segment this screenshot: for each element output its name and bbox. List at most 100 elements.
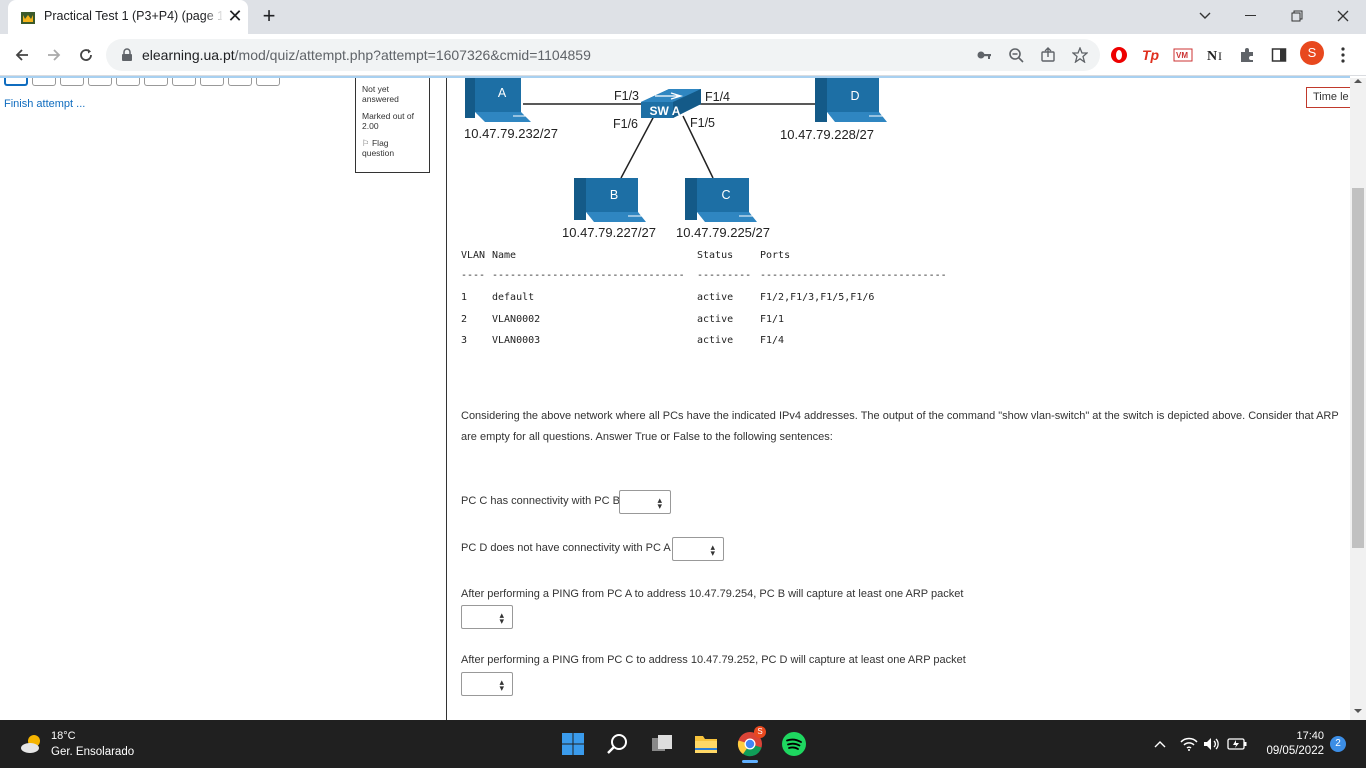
address-bar[interactable]: elearning.ua.pt/mod/quiz/attempt.php?att… xyxy=(106,39,1100,71)
quiz-nav-button[interactable] xyxy=(256,78,280,86)
browser-tab[interactable]: Practical Test 1 (P3+P4) (page 1 c ✕ xyxy=(8,0,248,34)
notion-extension-icon[interactable]: NI xyxy=(1202,42,1228,68)
weather-partly-sunny-icon[interactable] xyxy=(20,732,44,756)
answer-select-2[interactable]: ▴ ▾ xyxy=(672,537,724,561)
forward-icon[interactable] xyxy=(40,41,68,69)
vlan-name-cell: default xyxy=(492,292,535,303)
moodle-favicon-icon xyxy=(21,12,35,24)
windows-start-icon[interactable] xyxy=(557,728,589,760)
vlan-ports-cell: F1/1 xyxy=(760,314,785,325)
quiz-nav-button[interactable] xyxy=(60,78,84,86)
profile-avatar[interactable]: S xyxy=(1300,41,1324,65)
share-icon[interactable] xyxy=(1038,45,1058,65)
content-divider xyxy=(446,78,447,720)
question-3-text: After performing a PING from PC A to add… xyxy=(461,588,964,600)
tp-extension-icon[interactable]: Tp xyxy=(1138,42,1164,68)
separator: --------- xyxy=(697,270,752,281)
tray-overflow-chevron-icon[interactable] xyxy=(1152,734,1168,754)
question-marks: Marked out of 2.00 xyxy=(362,111,414,131)
quiz-nav-button[interactable] xyxy=(228,78,252,86)
vlan-status-cell: active xyxy=(697,314,734,325)
svg-text:VM: VM xyxy=(1176,51,1188,60)
finish-attempt-link[interactable]: Finish attempt ... xyxy=(4,98,85,110)
select-arrows-icon: ▴ ▾ xyxy=(657,495,662,511)
quiz-nav-button[interactable] xyxy=(116,78,140,86)
quiz-nav-button[interactable] xyxy=(144,78,168,86)
answer-select-1[interactable]: ▴ ▾ xyxy=(619,490,671,514)
question-1-text: PC C has connectivity with PC B xyxy=(461,495,620,507)
quiz-nav-button-current[interactable] xyxy=(4,78,28,86)
battery-icon[interactable] xyxy=(1227,734,1247,754)
tab-close-icon[interactable]: ✕ xyxy=(227,7,243,25)
flag-icon: ⚐ xyxy=(362,138,372,148)
key-icon[interactable] xyxy=(974,45,994,65)
clock-time[interactable]: 17:40 xyxy=(1294,730,1324,742)
chrome-icon[interactable]: S xyxy=(734,726,766,763)
quiz-nav-button[interactable] xyxy=(32,78,56,86)
search-icon[interactable] xyxy=(602,728,634,760)
separator: ---- xyxy=(461,270,486,281)
window-close-icon[interactable] xyxy=(1320,0,1366,32)
chrome-profile-badge: S xyxy=(754,726,766,738)
vlan-header: VLAN xyxy=(461,250,486,261)
select-arrows-icon: ▴ ▾ xyxy=(499,610,504,626)
minimize-icon[interactable] xyxy=(1228,0,1274,32)
svg-text:N: N xyxy=(1207,49,1217,64)
answer-select-3[interactable]: ▴ ▾ xyxy=(461,605,513,629)
spotify-icon[interactable] xyxy=(778,728,810,760)
menu-kebab-icon[interactable] xyxy=(1330,42,1356,68)
vlan-name-cell: VLAN0003 xyxy=(492,335,541,346)
vm-extension-icon[interactable]: VM xyxy=(1170,42,1196,68)
svg-text:I: I xyxy=(1218,49,1222,63)
task-view-icon[interactable] xyxy=(646,728,678,760)
pc-c-ip: 10.47.79.225/27 xyxy=(676,225,770,240)
name-header: Name xyxy=(492,250,517,261)
weather-temperature: 18°C xyxy=(51,730,76,742)
reload-icon[interactable] xyxy=(72,41,100,69)
answer-select-4[interactable]: ▴ ▾ xyxy=(461,672,513,696)
svg-text:Tp: Tp xyxy=(1142,47,1160,63)
page-scrollbar[interactable] xyxy=(1350,78,1366,720)
pc-d-ip: 10.47.79.228/27 xyxy=(780,127,874,142)
pc-b-ip: 10.47.79.227/27 xyxy=(562,225,656,240)
pc-a-icon xyxy=(465,78,531,122)
lock-icon xyxy=(122,48,132,61)
quiz-nav-button[interactable] xyxy=(88,78,112,86)
zoom-icon[interactable] xyxy=(1006,45,1026,65)
bookmark-star-icon[interactable] xyxy=(1070,45,1090,65)
quiz-nav-button[interactable] xyxy=(200,78,224,86)
wifi-icon[interactable] xyxy=(1180,734,1198,754)
volume-icon[interactable] xyxy=(1203,734,1221,754)
quiz-nav-button[interactable] xyxy=(172,78,196,86)
weather-description: Ger. Ensolarado xyxy=(51,746,135,758)
scroll-up-icon[interactable] xyxy=(1354,78,1362,84)
status-header: Status xyxy=(697,250,734,261)
separator: ------------------------------- xyxy=(760,270,947,281)
restore-icon[interactable] xyxy=(1274,0,1320,32)
flag-question-link[interactable]: ⚐ Flag question xyxy=(362,138,423,158)
notification-count-badge[interactable]: 2 xyxy=(1330,736,1346,752)
file-explorer-icon[interactable] xyxy=(690,728,722,760)
tab-search-icon[interactable] xyxy=(1182,0,1228,32)
clock-date[interactable]: 09/05/2022 xyxy=(1258,745,1324,757)
opera-extension-icon[interactable] xyxy=(1106,42,1132,68)
back-icon[interactable] xyxy=(8,41,36,69)
screen: Practical Test 1 (P3+P4) (page 1 c ✕ + e… xyxy=(0,0,1366,768)
vlan-ports-cell: F1/4 xyxy=(760,335,785,346)
scroll-thumb[interactable] xyxy=(1352,188,1364,548)
windows-taskbar: 18°C Ger. Ensolarado S 17:40 09/05/2022 … xyxy=(0,720,1366,768)
scroll-down-icon[interactable] xyxy=(1354,708,1362,714)
vlan-name-cell: VLAN0002 xyxy=(492,314,541,325)
question-4-text: After performing a PING from PC C to add… xyxy=(461,654,966,666)
side-panel-icon[interactable] xyxy=(1266,42,1292,68)
time-left-box: Time le xyxy=(1306,87,1350,108)
question-info-box: Not yet answered Marked out of 2.00 ⚐ Fl… xyxy=(355,78,430,173)
network-diagram: SW A A D B C F1/3 F1/4 F1/6 F1/5 10.47.7… xyxy=(464,78,887,240)
quiz-page: Finish attempt ... Not yet answered Mark… xyxy=(0,78,1350,720)
vlan-id-cell: 2 xyxy=(461,314,468,325)
new-tab-button[interactable]: + xyxy=(258,5,280,28)
extensions-puzzle-icon[interactable] xyxy=(1234,42,1260,68)
switch-label: SW A xyxy=(650,104,681,118)
pc-d-label: D xyxy=(850,89,859,103)
pc-c-label: C xyxy=(721,188,730,202)
